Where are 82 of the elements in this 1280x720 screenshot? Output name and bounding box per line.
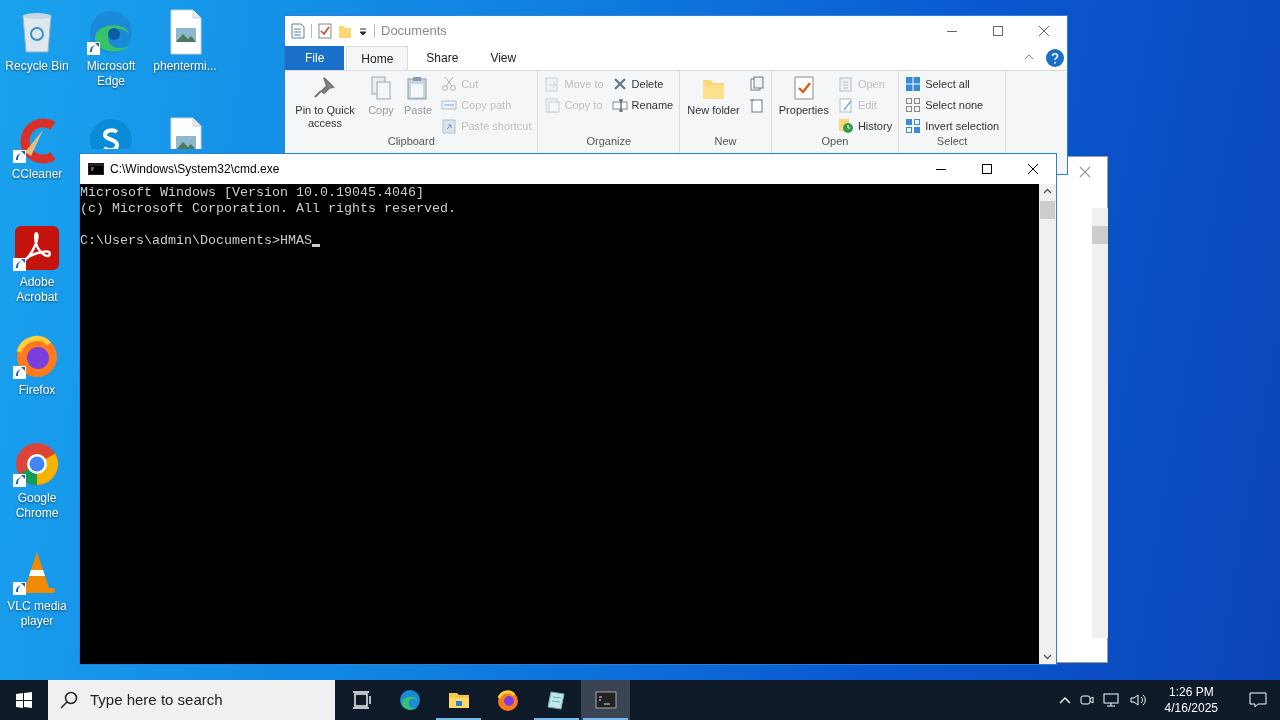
edit-icon — [837, 97, 854, 113]
ribbon-tab[interactable]: Home — [346, 46, 409, 70]
edge-wave-icon[interactable] — [87, 8, 135, 56]
chevron-up-icon[interactable] — [1058, 696, 1071, 704]
clock[interactable]: 1:26 PM 4/16/2025 — [1154, 684, 1228, 716]
console-line: (c) Microsoft Corporation. All rights reserved. — [80, 201, 457, 217]
page-icon — [748, 97, 765, 113]
delete-icon — [611, 76, 628, 92]
taskbar-button[interactable] — [581, 680, 630, 720]
scrollbar[interactable] — [1039, 184, 1056, 664]
scroll-down-icon[interactable] — [1043, 654, 1052, 660]
search-icon — [60, 691, 78, 709]
ribbon-button[interactable]: History — [835, 117, 895, 135]
icon-label[interactable]: Adobe Acrobat — [0, 275, 74, 305]
grid-icon — [905, 76, 922, 92]
ribbon-tab[interactable]: Share — [412, 46, 473, 70]
window-title: Documents — [381, 22, 447, 41]
camera-icon[interactable] — [1078, 692, 1095, 708]
icon-label[interactable]: Firefox — [18, 383, 56, 398]
ribbon-button[interactable]: Properties — [775, 73, 832, 135]
text-cursor — [311, 244, 320, 247]
icon-label[interactable]: VLC media player — [0, 599, 74, 629]
ribbon-button[interactable]: Pin to Quick access — [289, 73, 361, 135]
copy-icon — [544, 97, 561, 113]
pdf-icon[interactable] — [13, 224, 61, 272]
scrollbar[interactable] — [1092, 208, 1108, 638]
group-label: Clipboard — [386, 135, 436, 148]
network-icon[interactable] — [1102, 692, 1121, 708]
move-icon — [544, 76, 561, 92]
ribbon-button[interactable]: New folder — [684, 73, 743, 135]
fox-globe-icon — [496, 689, 519, 711]
command-prompt[interactable]: C:\Users\admin\Documents>HMAS — [80, 233, 312, 249]
icon-label[interactable]: phentermi... — [153, 59, 217, 74]
windows-logo-icon — [16, 692, 32, 708]
search-bar[interactable]: Type here to search — [48, 680, 335, 720]
chat-bubble-icon — [1249, 692, 1267, 708]
rename-icon — [611, 97, 628, 113]
scroll-up-icon[interactable] — [1043, 188, 1052, 194]
checklist-icon[interactable] — [318, 23, 332, 39]
clipboard-icon — [441, 118, 458, 134]
close-icon — [1028, 164, 1038, 174]
history-icon — [837, 118, 854, 134]
copy-icon — [368, 75, 394, 101]
scrollbar-thumb[interactable] — [1092, 226, 1108, 244]
new-item-icon — [748, 76, 765, 92]
ribbon-button[interactable]: Delete — [609, 75, 676, 93]
edge-wave-icon — [398, 689, 421, 711]
icon-label[interactable]: Microsoft Edge — [74, 59, 148, 89]
scissors-icon — [441, 76, 458, 92]
help-icon[interactable] — [1046, 49, 1064, 67]
group-label: Organize — [585, 135, 633, 148]
close-icon — [1039, 26, 1049, 36]
group-label: New — [713, 135, 738, 148]
invert-grid-icon — [905, 118, 922, 134]
scrollbar-thumb[interactable] — [1040, 201, 1055, 219]
search-field[interactable]: Type here to search — [90, 688, 310, 712]
console-line: Microsoft Windows [Version 10.0.19045.4046] — [80, 185, 425, 201]
group-label: Open — [820, 135, 850, 148]
notepad-icon — [545, 689, 568, 711]
empty-grid-icon — [905, 97, 922, 113]
console-icon — [594, 689, 617, 711]
ribbon-button[interactable]: Select all — [903, 75, 1002, 93]
path-icon — [441, 97, 458, 113]
file-tab[interactable]: File — [285, 46, 345, 70]
maximize-icon — [993, 26, 1003, 36]
page-icon — [837, 76, 854, 92]
close-icon[interactable] — [1079, 166, 1091, 178]
ribbon-button[interactable]: Select none — [903, 96, 1002, 114]
speaker-icon[interactable] — [1128, 692, 1147, 708]
chrome-icon[interactable] — [13, 440, 61, 488]
window-title: C:\Windows\System32\cmd.exe — [110, 161, 280, 178]
group-label: Select — [935, 135, 969, 148]
maximize-icon — [982, 164, 992, 174]
ribbon-tab[interactable]: View — [476, 46, 531, 70]
collapse-icon[interactable] — [1024, 54, 1034, 60]
ribbon-button[interactable]: Invert selection — [903, 117, 1002, 135]
icon-label[interactable]: Google Chrome — [0, 491, 74, 521]
icon-label[interactable]: CCleaner — [11, 167, 63, 182]
document-icon[interactable] — [291, 23, 305, 39]
ribbon-button[interactable]: Rename — [609, 96, 676, 114]
icon-label[interactable]: Recycle Bin — [5, 59, 69, 74]
console-icon[interactable] — [88, 163, 104, 175]
